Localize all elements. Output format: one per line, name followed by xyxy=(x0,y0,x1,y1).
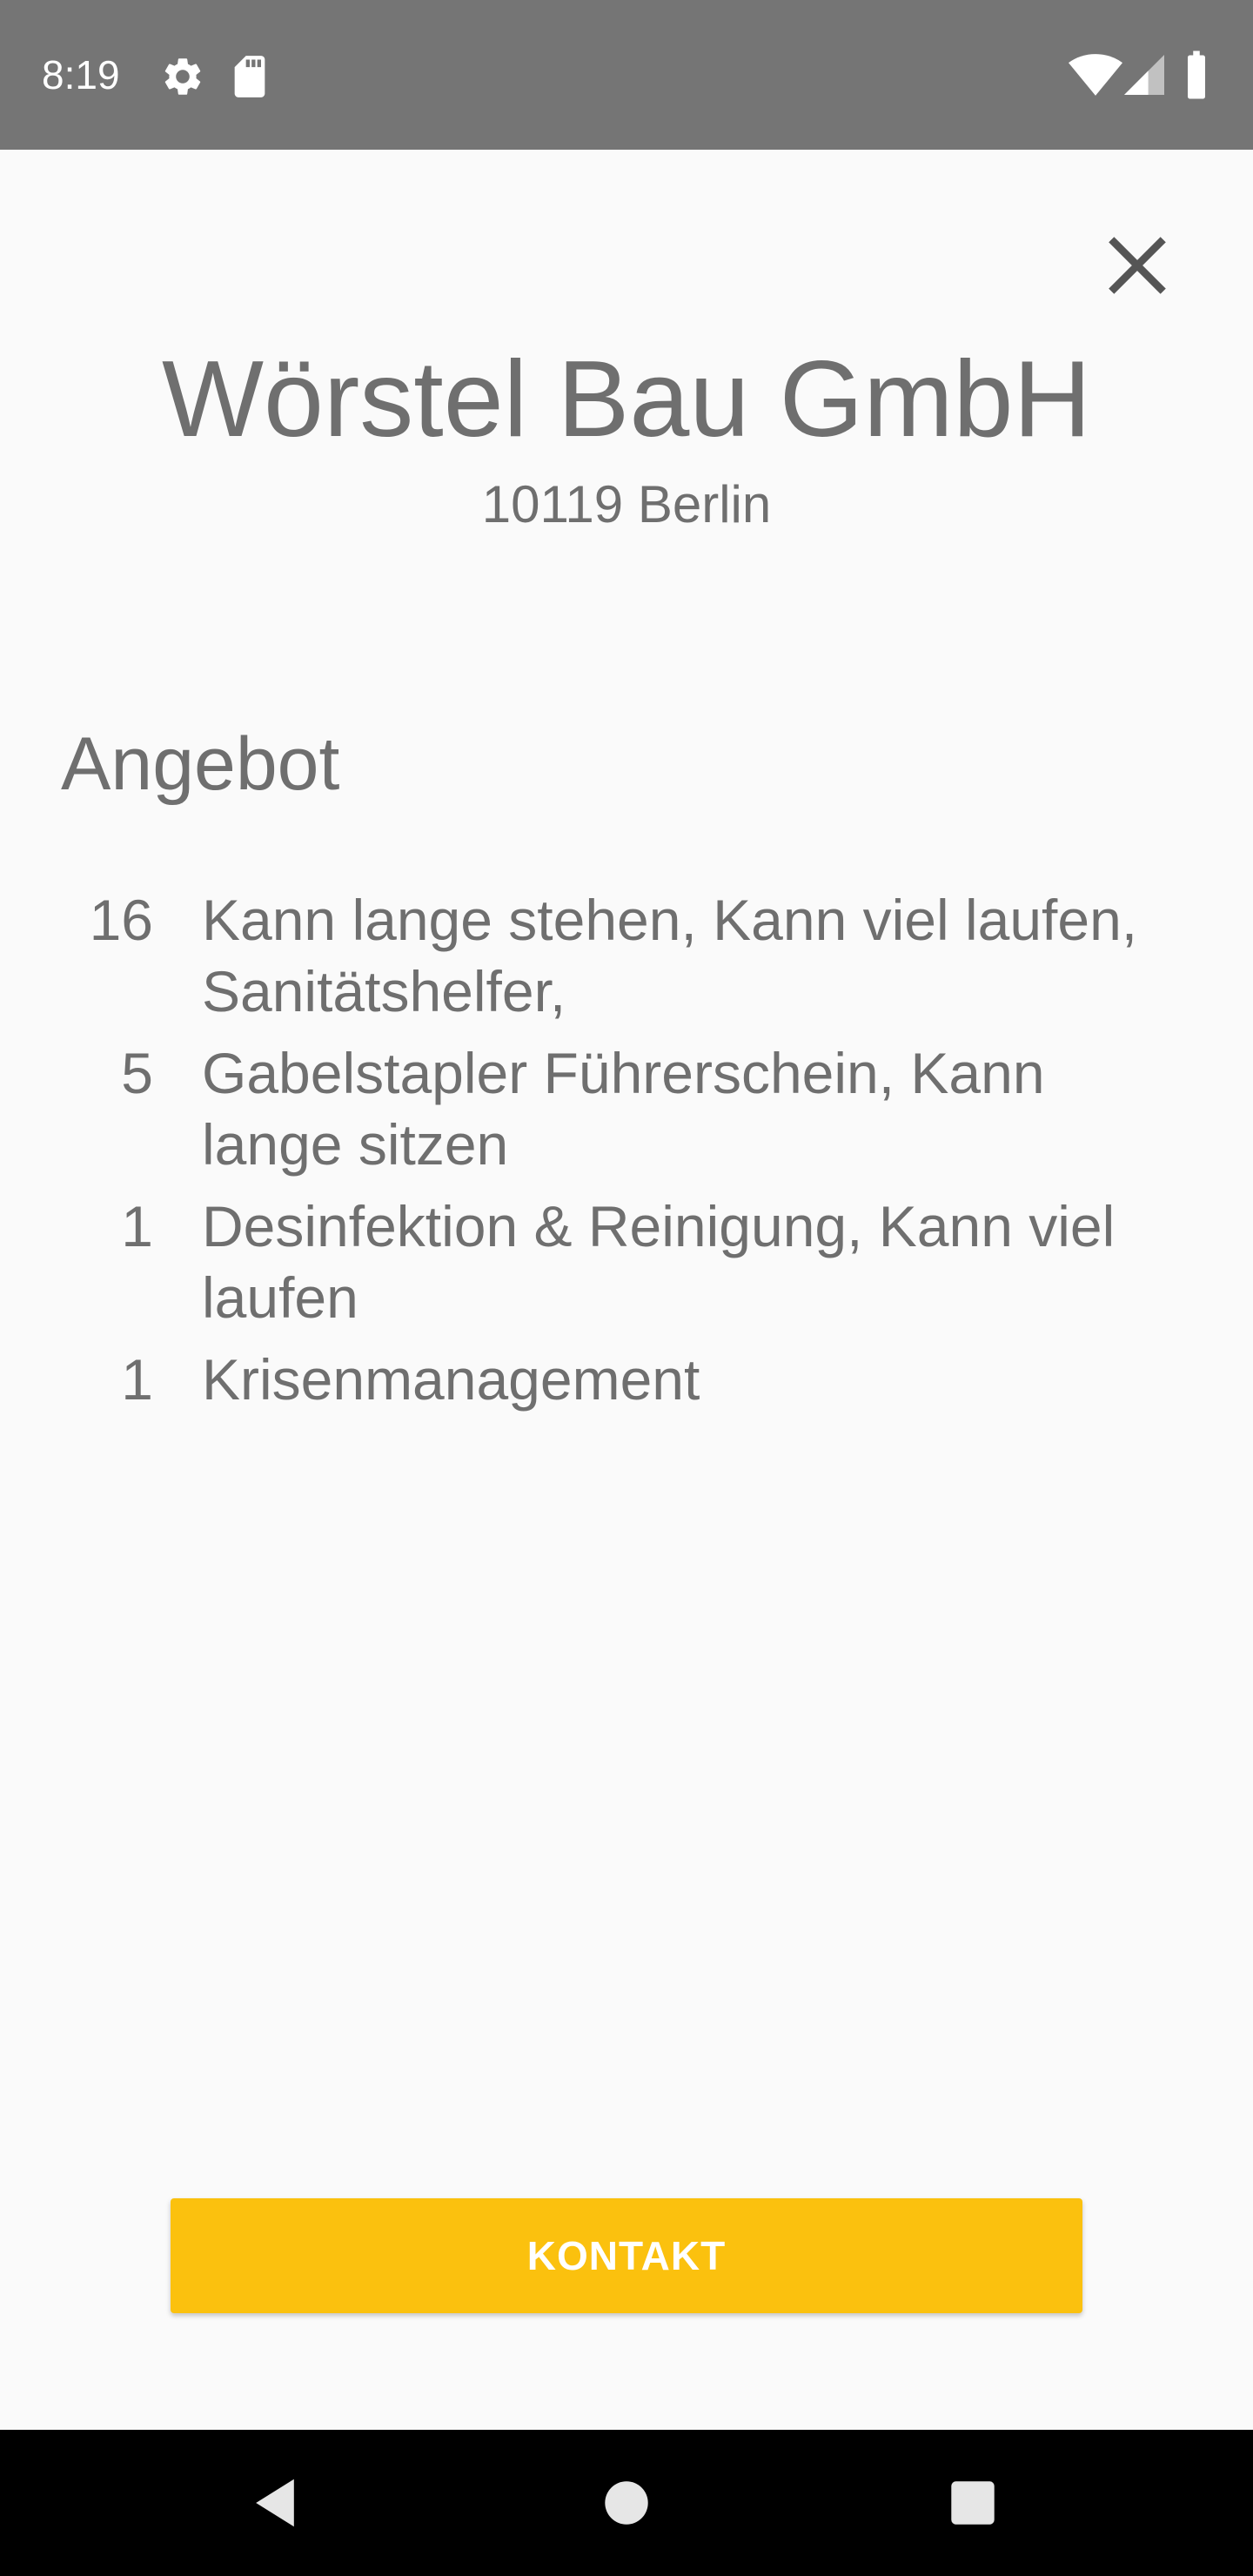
offer-item: 1 Desinfektion & Reinigung, Kann viel la… xyxy=(61,1191,1192,1333)
wifi-icon xyxy=(1069,54,1122,96)
company-location: 10119 Berlin xyxy=(481,475,772,533)
company-detail-screen: 8:19 Wörstel Bau GmbH 10119 Berlin Angeb… xyxy=(0,0,1253,2576)
offer-list: 16 Kann lange stehen, Kann viel laufen, … xyxy=(61,884,1192,1426)
offer-count: 1 xyxy=(121,1194,153,1258)
home-icon xyxy=(605,2481,648,2525)
offer-count: 16 xyxy=(89,888,153,952)
gear-icon xyxy=(164,58,201,95)
offer-count: 5 xyxy=(121,1041,153,1105)
offer-item: 16 Kann lange stehen, Kann viel laufen, … xyxy=(61,884,1192,1027)
navigation-bar xyxy=(0,2430,1253,2576)
recents-icon xyxy=(951,2481,995,2525)
company-name: Wörstel Bau GmbH xyxy=(161,339,1092,460)
status-time: 8:19 xyxy=(42,52,120,97)
offer-title: Angebot xyxy=(61,722,340,806)
offer-text: Kann lange stehen, Kann viel laufen, San… xyxy=(202,888,1138,1023)
close-icon xyxy=(1109,237,1166,294)
back-icon xyxy=(256,2479,294,2527)
sd-card-icon xyxy=(234,56,265,97)
nav-home-button[interactable] xyxy=(583,2459,670,2546)
offer-item: 5 Gabelstapler Führerschein, Kann lange … xyxy=(61,1037,1192,1180)
nav-recents-button[interactable] xyxy=(929,2459,1016,2546)
status-bar: 8:19 xyxy=(0,0,1253,150)
contact-button[interactable]: KONTAKT xyxy=(171,2198,1082,2313)
offer-text: Krisenmanagement xyxy=(202,1347,700,1412)
nav-back-button[interactable] xyxy=(231,2459,318,2546)
offer-text: Gabelstapler Führerschein, Kann lange si… xyxy=(202,1041,1045,1177)
offer-item: 1 Krisenmanagement xyxy=(61,1344,1192,1415)
close-button[interactable] xyxy=(1086,214,1189,317)
battery-icon xyxy=(1188,50,1205,99)
contact-button-label: KONTAKT xyxy=(526,2233,727,2278)
offer-count: 1 xyxy=(121,1347,153,1412)
offer-text: Desinfektion & Reinigung, Kann viel lauf… xyxy=(202,1194,1116,1330)
cell-signal-icon xyxy=(1124,55,1164,95)
